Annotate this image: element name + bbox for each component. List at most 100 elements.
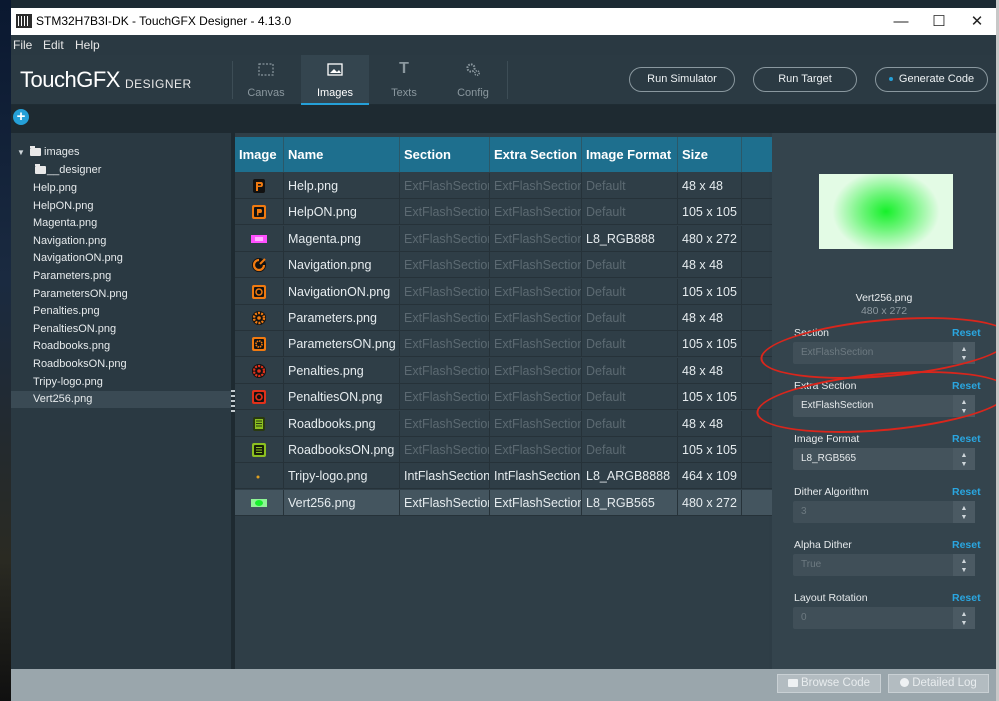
table-row[interactable]: Navigation.png ExtFlashSection ExtFlashSec… <box>235 252 772 279</box>
layout-rotation-select[interactable]: 0 ▲ ▼ <box>793 607 975 629</box>
image-thumbnail-icon <box>253 179 265 193</box>
cell-name: Help.png <box>284 173 400 199</box>
cell-image-format: L8_ARGB8888 <box>582 463 678 490</box>
cell-name: Navigation.png <box>284 252 400 279</box>
cell-image-format: Default <box>582 199 678 226</box>
tree-item[interactable]: Magenta.png <box>11 215 231 232</box>
cell-spacer <box>742 305 772 331</box>
table-row[interactable]: Tripy-logo.png IntFlashSection IntFlashSec… <box>235 463 772 490</box>
cell-size: 480 x 272 <box>678 489 742 516</box>
dither-algorithm-value: 3 <box>801 506 807 517</box>
tree-item[interactable]: Roadbooks.png <box>11 338 231 355</box>
run-target-button[interactable]: Run Target <box>753 67 857 92</box>
detailed-log-button[interactable]: Detailed Log <box>888 674 989 693</box>
expand-arrow-icon[interactable]: ▼ <box>17 144 25 161</box>
close-button[interactable]: ✕ <box>958 8 996 35</box>
folder-icon <box>35 164 46 174</box>
tab-canvas[interactable]: Canvas <box>232 55 300 105</box>
table-row[interactable]: PenaltiesON.png ExtFlashSection ExtFlashSe… <box>235 384 772 411</box>
tree-item[interactable]: ParametersON.png <box>11 286 231 303</box>
cell-image <box>235 278 284 305</box>
tree-item[interactable]: PenaltiesON.png <box>11 321 231 338</box>
browse-code-button[interactable]: Browse Code <box>777 674 881 693</box>
alpha-dither-reset-link[interactable]: Reset <box>952 539 981 551</box>
tree-item[interactable]: Vert256.png <box>11 391 231 409</box>
tree-folder-designer[interactable]: __designer <box>11 162 231 179</box>
cell-extra-section: ExtFlashSection <box>490 384 582 411</box>
column-header-image-format[interactable]: Image Format <box>582 137 678 172</box>
tree-item[interactable]: NavigationON.png <box>11 250 231 267</box>
layout-rotation-value: 0 <box>801 612 807 623</box>
table-header: Image Name Section Extra Section Image F… <box>235 137 772 172</box>
image-thumbnail-icon <box>252 311 266 325</box>
column-header-section[interactable]: Section <box>400 137 490 172</box>
cell-image <box>235 305 284 331</box>
table-row[interactable]: NavigationON.png ExtFlashSection ExtFlashS… <box>235 278 772 305</box>
tree-item[interactable]: Parameters.png <box>11 268 231 285</box>
cell-name: PenaltiesON.png <box>284 384 400 411</box>
alpha-dither-value: True <box>801 559 822 570</box>
menu-edit[interactable]: Edit <box>43 38 64 52</box>
spinner-arrows-icon[interactable]: ▲ ▼ <box>953 501 975 523</box>
tree-item[interactable]: Navigation.png <box>11 233 231 250</box>
tree-item[interactable]: HelpON.png <box>11 198 231 215</box>
table-row[interactable]: Magenta.png ExtFlashSection ExtFlashSectio… <box>235 225 772 252</box>
tab-texts-label: Texts <box>391 87 417 99</box>
table-row[interactable]: Roadbooks.png ExtFlashSection ExtFlashSect… <box>235 410 772 437</box>
column-header-extra-section[interactable]: Extra Section <box>490 137 582 172</box>
column-header-size[interactable]: Size <box>678 137 742 172</box>
tab-config[interactable]: Config <box>439 55 507 105</box>
cell-name: Roadbooks.png <box>284 410 400 437</box>
image-thumbnail-icon <box>251 498 267 507</box>
layout-rotation-reset-link[interactable]: Reset <box>952 592 981 604</box>
dither-algorithm-reset-link[interactable]: Reset <box>952 486 981 498</box>
image-format-reset-link[interactable]: Reset <box>952 433 981 445</box>
tab-divider <box>507 61 508 99</box>
image-thumbnail-icon <box>252 258 266 273</box>
table-row[interactable]: RoadbooksON.png ExtFlashSection ExtFlashSe… <box>235 437 772 463</box>
table-row[interactable]: Penalties.png ExtFlashSection ExtFlashSect… <box>235 357 772 384</box>
cell-section: ExtFlashSection <box>400 489 490 516</box>
spinner-arrows-icon[interactable]: ▲ ▼ <box>953 607 975 629</box>
tree-item[interactable]: Help.png <box>11 180 231 197</box>
cell-image <box>235 225 284 252</box>
alpha-dither-select[interactable]: True ▲ ▼ <box>793 554 975 576</box>
tab-texts[interactable]: T Texts <box>370 55 438 105</box>
image-thumbnail-icon <box>252 337 266 352</box>
tab-images[interactable]: Images <box>301 55 369 105</box>
menu-file[interactable]: File <box>13 38 32 52</box>
tree-item[interactable]: Penalties.png <box>11 303 231 320</box>
tree-item[interactable]: RoadbooksON.png <box>11 356 231 373</box>
run-simulator-button[interactable]: Run Simulator <box>629 67 735 92</box>
spinner-arrows-icon[interactable]: ▲ ▼ <box>953 448 975 470</box>
cell-image-format: L8_RGB888 <box>582 225 678 252</box>
table-row[interactable]: ParametersON.png ExtFlashSection ExtFlashS… <box>235 331 772 358</box>
folder-icon <box>30 146 41 156</box>
minimize-button[interactable]: — <box>882 8 920 35</box>
add-image-button[interactable]: + <box>13 109 29 125</box>
tree-label: __designer <box>47 164 102 176</box>
column-header-image[interactable]: Image <box>235 137 284 172</box>
tree-item[interactable]: Tripy-logo.png <box>11 374 231 391</box>
table-row[interactable]: HelpON.png ExtFlashSection ExtFlashSection… <box>235 199 772 226</box>
table-row[interactable]: Parameters.png ExtFlashSection ExtFlashSec… <box>235 305 772 331</box>
cell-spacer <box>742 252 772 278</box>
images-icon <box>327 63 343 76</box>
generate-code-button[interactable]: Generate Code <box>875 67 988 92</box>
cell-section: ExtFlashSection <box>400 278 490 305</box>
cell-image <box>235 331 284 358</box>
menu-help[interactable]: Help <box>75 38 100 52</box>
cell-image-format: Default <box>582 252 678 279</box>
table-row[interactable]: Help.png ExtFlashSection ExtFlashSection De… <box>235 173 772 199</box>
tree-folder-images[interactable]: ▼ images <box>11 144 231 161</box>
maximize-button[interactable]: ☐ <box>920 8 958 35</box>
tree-label: Tripy-logo.png <box>33 375 103 388</box>
cell-extra-section: ExtFlashSection <box>490 199 582 226</box>
column-header-name[interactable]: Name <box>284 137 400 172</box>
spinner-arrows-icon[interactable]: ▲ ▼ <box>953 554 975 576</box>
image-thumbnail-icon <box>252 363 266 378</box>
image-format-select[interactable]: L8_RGB565 ▲ ▼ <box>793 448 975 470</box>
table-row[interactable]: Vert256.png ExtFlashSection ExtFlashSectio… <box>235 489 772 516</box>
dither-algorithm-select[interactable]: 3 ▲ ▼ <box>793 501 975 523</box>
cell-name: ParametersON.png <box>284 331 400 358</box>
